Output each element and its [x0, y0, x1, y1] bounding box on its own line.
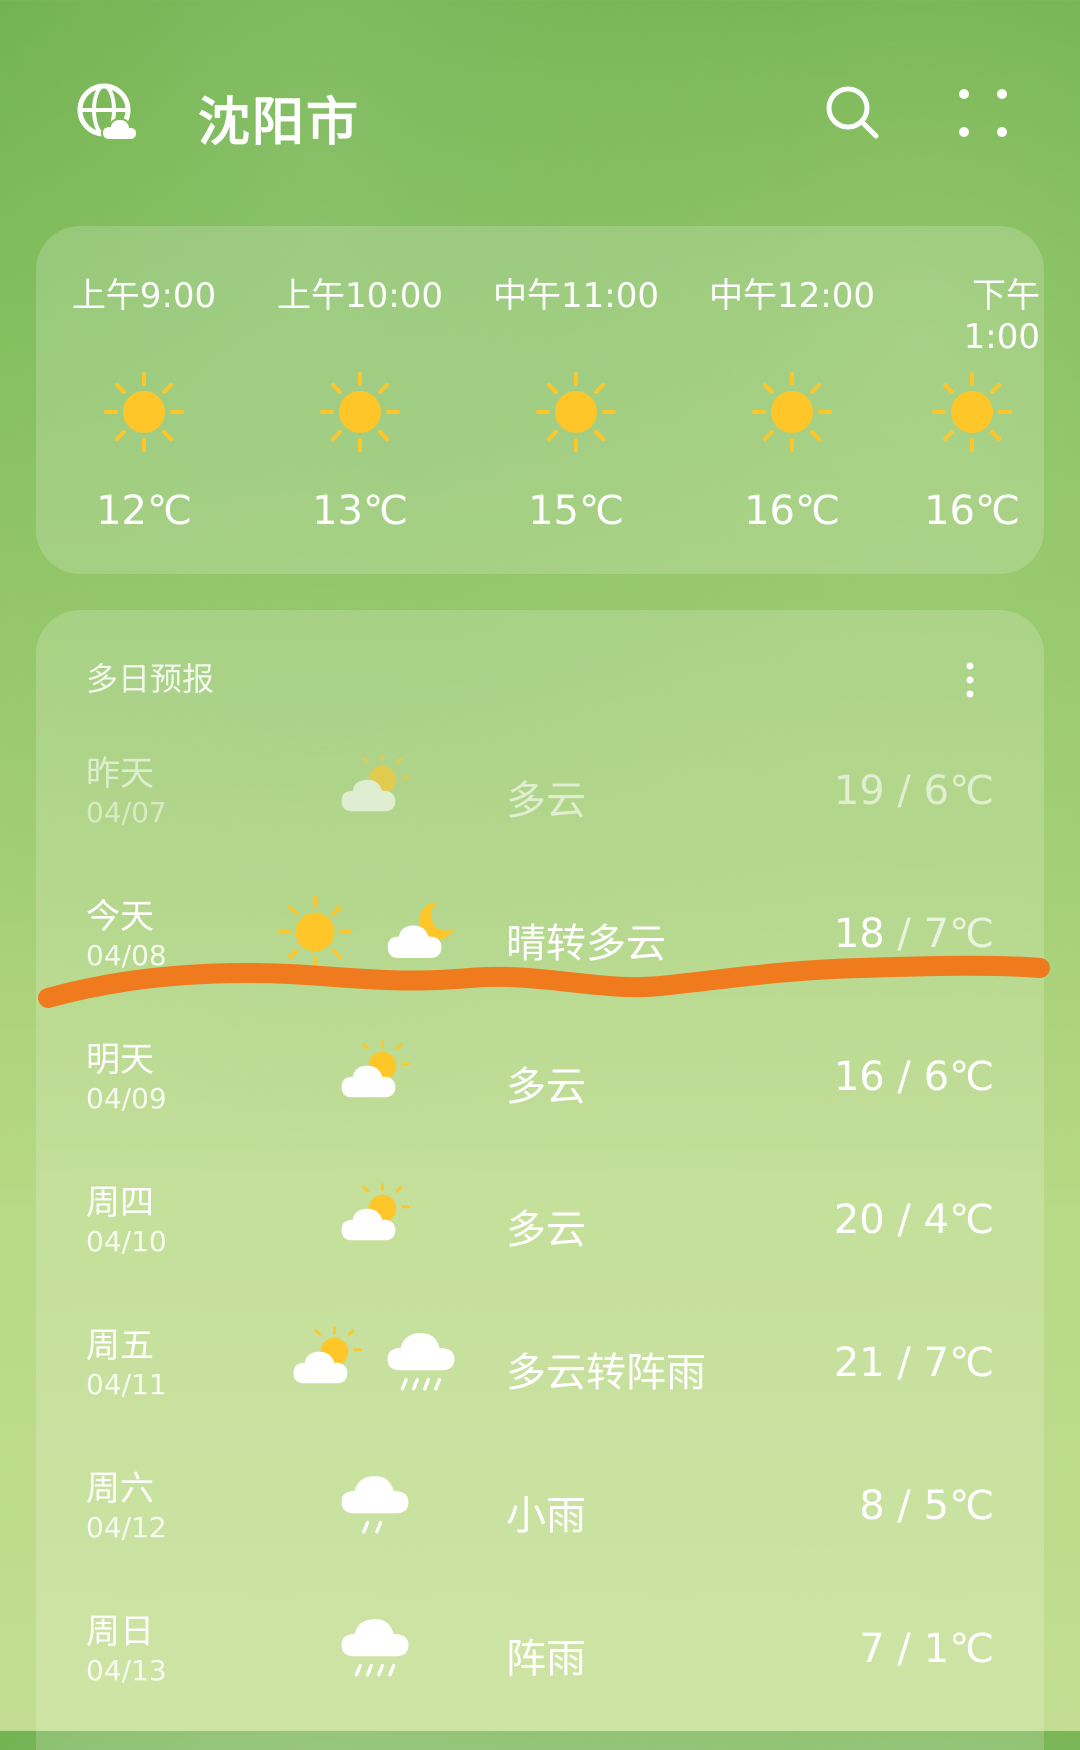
day-label: 周五: [86, 1326, 154, 1366]
sun-icon: [102, 370, 186, 454]
hourly-item: 上午9:00 12℃: [36, 226, 252, 574]
daily-forecast-title: 多日预报: [86, 660, 215, 698]
day-weather-icons: [276, 1608, 496, 1688]
hourly-temp: 12℃: [96, 488, 192, 534]
day-date: 04/11: [86, 1368, 167, 1401]
sun-icon: [930, 370, 1014, 454]
partly-cloudy-icon: [336, 1036, 414, 1114]
hourly-temp: 16℃: [744, 488, 840, 534]
globe-cloud-icon[interactable]: [76, 82, 138, 144]
day-condition: 多云: [506, 1064, 586, 1110]
hourly-temp: 13℃: [312, 488, 408, 534]
day-temp-range: 7 / 1℃: [859, 1626, 994, 1672]
day-weather-icons: [276, 1036, 496, 1116]
day-temp-range: 18 / 7℃: [833, 911, 994, 957]
partly-cloudy-icon: [336, 1179, 414, 1257]
day-date: 04/09: [86, 1082, 167, 1115]
day-weather-icons: [276, 1322, 496, 1402]
day-label: 明天: [86, 1040, 154, 1080]
daily-row[interactable]: 明天 04/09 多云 16 / 6℃: [36, 1032, 1044, 1175]
hourly-time: 中午11:00: [493, 276, 659, 316]
day-condition: 小雨: [506, 1493, 586, 1539]
day-date: 04/13: [86, 1654, 167, 1687]
rain-cloud-icon: [336, 1608, 414, 1686]
hourly-time: 下午1:00: [963, 276, 1040, 357]
day-condition: 多云转阵雨: [506, 1350, 706, 1396]
day-date: 04/10: [86, 1225, 167, 1258]
day-label: 昨天: [86, 754, 154, 794]
day-condition: 多云: [506, 1207, 586, 1253]
hourly-forecast-card[interactable]: 上午9:00 12℃ 上午10:00 13℃ 中午11:00 15℃ 中午12:…: [36, 226, 1044, 574]
hourly-item: 中午12:00 16℃: [684, 226, 900, 574]
sun-icon: [750, 370, 834, 454]
daily-row[interactable]: 今天 04/08 晴转多云 18 / 7℃: [36, 889, 1044, 1032]
hourly-time: 上午9:00: [71, 276, 217, 316]
day-temp-range: 20 / 4℃: [833, 1197, 994, 1243]
day-label: 周日: [86, 1612, 154, 1652]
day-temp-range: 16 / 6℃: [833, 1054, 994, 1100]
hourly-temp: 16℃: [924, 488, 1020, 534]
partly-cloudy-icon: [288, 1322, 366, 1400]
city-title[interactable]: 沈阳市: [198, 80, 360, 155]
day-condition: 阵雨: [506, 1636, 586, 1682]
hourly-item: 上午10:00 13℃: [252, 226, 468, 574]
sun-icon: [534, 370, 618, 454]
day-temp-range: 19 / 6℃: [833, 768, 994, 814]
daily-row[interactable]: 周日 04/13 阵雨 7 / 1℃: [36, 1604, 1044, 1747]
day-label: 今天: [86, 897, 154, 937]
hourly-time: 中午12:00: [709, 276, 875, 316]
hourly-time: 上午10:00: [277, 276, 443, 316]
day-weather-icons: [276, 750, 496, 830]
day-temp-range: 8 / 5℃: [859, 1483, 994, 1529]
daily-row[interactable]: 周四 04/10 多云 20 / 4℃: [36, 1175, 1044, 1318]
day-date: 04/12: [86, 1511, 167, 1544]
sun-icon: [318, 370, 402, 454]
rain-cloud-icon: [382, 1322, 460, 1400]
daily-forecast-card: 多日预报 昨天 04/07 多云 19 / 6℃ 今天 04/08 晴转多云 1…: [36, 610, 1044, 1750]
day-weather-icons: [276, 893, 496, 973]
partly-cloudy-icon: [336, 750, 414, 828]
daily-row[interactable]: 昨天 04/07 多云 19 / 6℃: [36, 746, 1044, 889]
hourly-item: 中午11:00 15℃: [468, 226, 684, 574]
light-rain-icon: [336, 1465, 414, 1543]
hourly-temp: 15℃: [528, 488, 624, 534]
app-header: 沈阳市: [0, 0, 1080, 225]
day-date: 04/07: [86, 796, 167, 829]
search-icon[interactable]: [824, 84, 882, 142]
cloud-moon-icon: [384, 893, 462, 971]
daily-row[interactable]: 周六 04/12 小雨 8 / 5℃: [36, 1461, 1044, 1604]
day-date: 04/08: [86, 939, 167, 972]
day-label: 周六: [86, 1469, 154, 1509]
day-condition: 多云: [506, 778, 586, 824]
day-temp-range: 21 / 7℃: [833, 1340, 994, 1386]
daily-row[interactable]: 周五 04/11 多云转阵雨 21 / 7℃: [36, 1318, 1044, 1461]
hourly-item: 下午1:00 16℃: [900, 226, 1044, 574]
sun-icon: [276, 893, 354, 971]
vertical-more-icon[interactable]: [960, 660, 980, 700]
day-weather-icons: [276, 1179, 496, 1259]
day-weather-icons: [276, 1465, 496, 1545]
day-condition: 晴转多云: [506, 921, 666, 967]
day-label: 周四: [86, 1183, 154, 1223]
more-dots-icon[interactable]: [956, 86, 1010, 140]
